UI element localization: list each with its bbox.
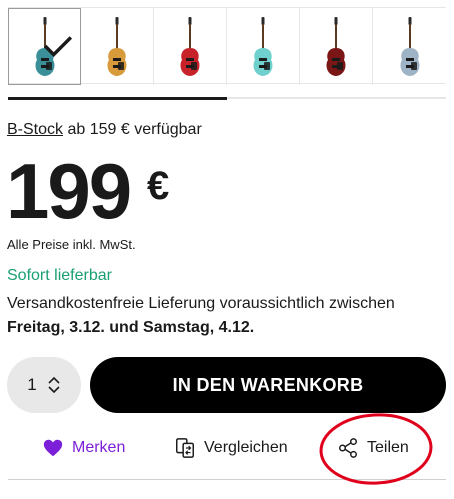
compare-icon — [176, 438, 194, 458]
color-swatch-1[interactable] — [8, 8, 81, 85]
delivery-text: Versandkostenfreie Lieferung voraussicht… — [7, 295, 395, 312]
color-swatch-strip — [8, 7, 446, 85]
price-currency: € — [147, 164, 170, 208]
red-circle-annotation — [319, 413, 433, 485]
updown-chevron-icon — [48, 376, 60, 394]
guitar-thumbnail — [107, 16, 127, 76]
price-amount: 199 — [6, 147, 132, 235]
color-swatch-5[interactable] — [300, 8, 373, 85]
delivery-dates: Freitag, 3.12. und Samstag, 4.12. — [7, 319, 255, 336]
color-swatch-4[interactable] — [227, 8, 300, 85]
guitar-thumbnail — [400, 16, 419, 76]
delivery-info: Versandkostenfreie Lieferung voraussicht… — [7, 292, 447, 340]
heart-icon — [43, 439, 63, 457]
availability-status: Sofort lieferbar — [7, 267, 112, 284]
bstock-text: ab 159 € verfügbar — [63, 121, 202, 138]
color-swatch-6[interactable] — [373, 8, 446, 85]
vat-note: Alle Preise inkl. MwSt. — [7, 237, 136, 252]
add-to-cart-button[interactable]: IN DEN WARENKORB — [90, 357, 446, 413]
wishlist-button[interactable]: Merken — [42, 430, 125, 466]
guitar-thumbnail — [180, 16, 200, 76]
bstock-link[interactable]: B-Stock — [7, 121, 63, 138]
quantity-value: 1 — [27, 375, 37, 394]
color-swatch-2[interactable] — [81, 8, 154, 85]
guitar-thumbnail — [253, 16, 273, 76]
color-swatch-3[interactable] — [154, 8, 227, 85]
checkmark-icon — [43, 36, 73, 57]
wishlist-label: Merken — [72, 439, 126, 456]
quantity-selector[interactable]: 1 — [7, 357, 81, 413]
carousel-scroll-thumb[interactable] — [8, 97, 227, 100]
bstock-line: B-Stock ab 159 € verfügbar — [7, 121, 202, 139]
compare-label: Vergleichen — [204, 439, 288, 456]
compare-button[interactable]: Vergleichen — [174, 430, 288, 466]
guitar-thumbnail — [326, 16, 346, 76]
